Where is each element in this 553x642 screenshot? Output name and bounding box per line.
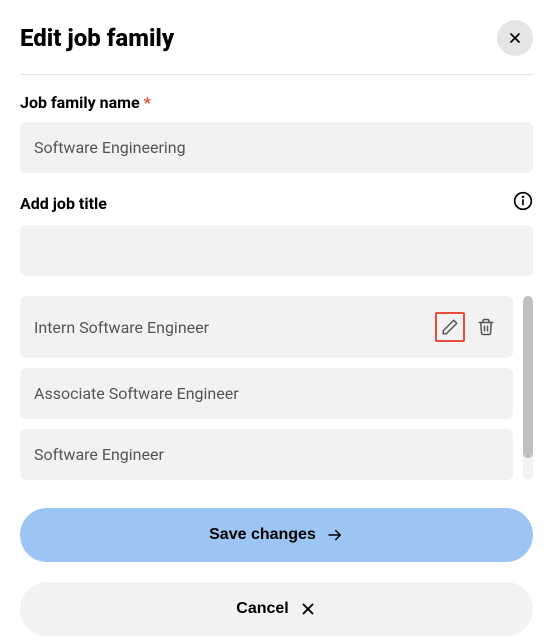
family-name-label: Job family name *: [20, 93, 533, 112]
family-name-label-text: Job family name: [20, 93, 140, 112]
job-title-text: Associate Software Engineer: [34, 384, 239, 403]
add-title-field: Add job title: [20, 191, 533, 276]
family-name-input[interactable]: [20, 122, 533, 173]
modal-actions: Save changes Cancel: [20, 508, 533, 636]
required-indicator: *: [144, 93, 151, 112]
scrollbar[interactable]: [523, 296, 533, 480]
edit-title-button[interactable]: [435, 312, 465, 342]
close-icon: [299, 600, 317, 618]
add-title-input[interactable]: [20, 225, 533, 276]
delete-title-button[interactable]: [473, 314, 499, 340]
job-titles-container: Intern Software Engineer Associate Softwa…: [20, 296, 533, 480]
close-button[interactable]: [497, 20, 533, 56]
cancel-button[interactable]: Cancel: [20, 582, 533, 636]
cancel-button-label: Cancel: [236, 600, 288, 618]
close-icon: [507, 30, 523, 46]
arrow-right-icon: [326, 526, 344, 544]
job-titles-list: Intern Software Engineer Associate Softwa…: [20, 296, 533, 480]
save-button-label: Save changes: [209, 526, 316, 544]
trash-icon: [477, 318, 495, 336]
job-title-item: Associate Software Engineer: [20, 368, 513, 419]
add-title-label: Add job title: [20, 194, 107, 213]
modal-header: Edit job family: [20, 20, 533, 75]
info-icon[interactable]: [513, 191, 533, 215]
scrollbar-thumb[interactable]: [523, 296, 533, 458]
modal-title: Edit job family: [20, 24, 174, 52]
job-title-item: Software Engineer: [20, 429, 513, 480]
job-title-actions: [435, 312, 499, 342]
job-title-text: Intern Software Engineer: [34, 318, 209, 337]
family-name-field: Job family name *: [20, 93, 533, 173]
save-button[interactable]: Save changes: [20, 508, 533, 562]
pencil-icon: [441, 318, 459, 336]
edit-job-family-modal: Edit job family Job family name * Add jo…: [0, 0, 553, 642]
add-title-label-row: Add job title: [20, 191, 533, 215]
job-title-text: Software Engineer: [34, 445, 164, 464]
job-title-item: Intern Software Engineer: [20, 296, 513, 358]
